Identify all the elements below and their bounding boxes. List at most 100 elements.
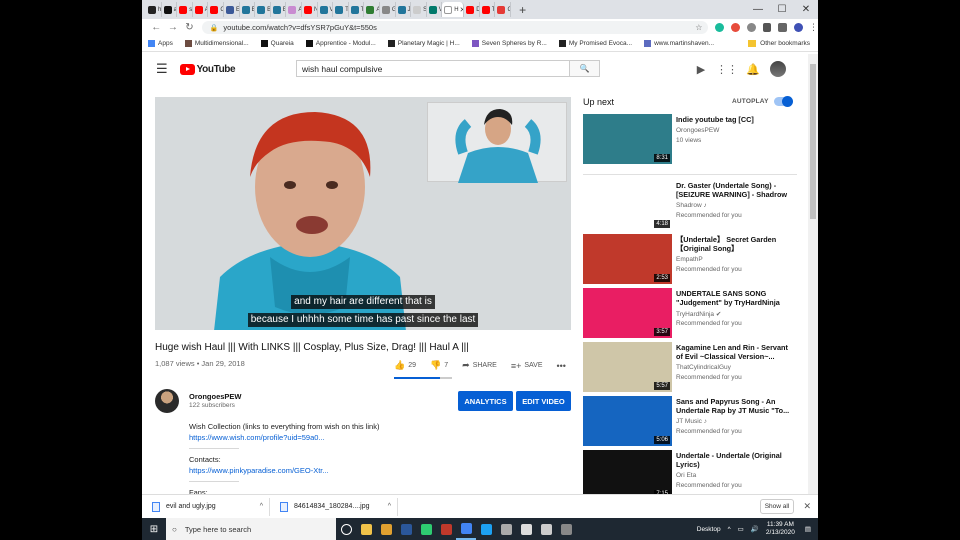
other-bookmarks[interactable]: Other bookmarks bbox=[748, 40, 810, 47]
video-channel[interactable]: Shadrow ♪ bbox=[676, 202, 707, 209]
browser-tab[interactable]: G bbox=[380, 2, 396, 17]
browser-tab[interactable]: B bbox=[255, 2, 271, 17]
account-avatar[interactable] bbox=[770, 61, 786, 77]
tray-chevron-icon[interactable]: ^ bbox=[728, 526, 731, 533]
browser-tab[interactable]: D bbox=[464, 2, 480, 17]
video-title[interactable]: Sans and Papyrus Song - An Undertale Rap… bbox=[676, 397, 794, 415]
taskbar-search[interactable]: ○ Type here to search bbox=[166, 518, 336, 540]
video-thumbnail[interactable]: 8:31 bbox=[583, 114, 672, 164]
video-title[interactable]: Indie youtube tag [CC] bbox=[676, 115, 794, 124]
description-link[interactable]: https://www.pinkyparadise.com/GEO-Xtr... bbox=[189, 466, 329, 475]
taskbar-app-icon[interactable] bbox=[516, 518, 536, 540]
more-menu-icon[interactable]: ⋮ bbox=[809, 22, 818, 33]
task-view-icon[interactable] bbox=[336, 518, 356, 540]
browser-tab[interactable]: H✕ bbox=[442, 2, 465, 17]
notifications-bell-icon[interactable]: 🔔 bbox=[740, 63, 766, 76]
url-field[interactable]: 🔒 youtube.com/watch?v=dfsYSR7pGuY&t=550s… bbox=[201, 21, 709, 34]
new-tab-button[interactable]: + bbox=[519, 3, 526, 17]
browser-tab[interactable]: B bbox=[240, 2, 256, 17]
video-channel[interactable]: OrongoesPEW bbox=[676, 127, 719, 134]
taskbar-app-icon[interactable] bbox=[396, 518, 416, 540]
video-thumbnail[interactable]: 5:06 bbox=[583, 396, 672, 446]
taskbar-app-icon[interactable] bbox=[536, 518, 556, 540]
channel-name[interactable]: OrongoesPEW bbox=[189, 392, 242, 401]
browser-tab[interactable]: T bbox=[349, 2, 365, 17]
up-next-video[interactable]: 4:18 Dr. Gaster (Undertale Song) - [SEIZU… bbox=[583, 180, 797, 230]
search-input[interactable] bbox=[297, 61, 569, 76]
browser-tab[interactable]: A bbox=[364, 2, 380, 17]
chevron-up-icon[interactable]: ^ bbox=[260, 503, 263, 510]
chevron-up-icon[interactable]: ^ bbox=[388, 503, 391, 510]
extension-icon[interactable] bbox=[778, 23, 788, 32]
browser-tab[interactable]: N bbox=[302, 2, 318, 17]
browser-tab[interactable]: A bbox=[286, 2, 302, 17]
notifications-icon[interactable]: ▤ bbox=[805, 525, 811, 533]
browser-tab[interactable]: A bbox=[193, 2, 209, 17]
taskbar-app-icon[interactable] bbox=[456, 518, 476, 540]
browser-tab[interactable]: C bbox=[208, 2, 224, 17]
download-item[interactable]: 84614834_180284....jpg ^ bbox=[280, 497, 398, 516]
video-title[interactable]: Dr. Gaster (Undertale Song) - [SEIZURE W… bbox=[676, 181, 794, 199]
profile-icon[interactable] bbox=[794, 23, 803, 32]
forward-icon[interactable]: → bbox=[165, 22, 182, 33]
taskbar-app-icon[interactable] bbox=[496, 518, 516, 540]
page-scrollbar[interactable] bbox=[808, 54, 818, 494]
browser-tab[interactable]: E bbox=[224, 2, 240, 17]
video-channel[interactable]: JT Music ♪ bbox=[676, 418, 707, 425]
analytics-button[interactable]: ANALYTICS bbox=[458, 391, 513, 411]
bookmark-item[interactable]: Seven Spheres by R... bbox=[471, 40, 547, 47]
close-window-icon[interactable]: ✕ bbox=[794, 4, 818, 15]
taskbar-app-icon[interactable] bbox=[356, 518, 376, 540]
video-thumbnail[interactable]: 2:53 bbox=[583, 234, 672, 284]
browser-tab[interactable]: V bbox=[427, 2, 443, 17]
video-thumbnail[interactable]: 4:18 bbox=[583, 180, 672, 230]
up-next-video[interactable]: 5:57 Kagamine Len and Rin - Servant of Ev… bbox=[583, 342, 797, 392]
video-thumbnail[interactable]: 3:57 bbox=[583, 288, 672, 338]
up-next-video[interactable]: 8:31 Indie youtube tag [CC] OrongoesPEW 10 … bbox=[583, 114, 797, 164]
cast-icon[interactable] bbox=[762, 23, 772, 32]
desktop-toolbar[interactable]: Desktop bbox=[697, 526, 721, 533]
hamburger-menu-icon[interactable]: ☰ bbox=[156, 61, 168, 77]
like-button[interactable]: 👍 29 bbox=[394, 360, 416, 371]
browser-tab[interactable]: V bbox=[318, 2, 334, 17]
show-all-downloads-button[interactable]: Show all bbox=[760, 499, 794, 514]
bookmark-item[interactable]: Apprentice - Modul... bbox=[305, 40, 376, 47]
up-next-video[interactable]: 2:53 【Undertale】 Secret Garden 【Original … bbox=[583, 234, 797, 284]
bookmark-item[interactable]: www.martinshaven... bbox=[644, 40, 714, 47]
apps-grid-icon[interactable]: ⋮⋮ bbox=[714, 63, 740, 76]
extension-icon[interactable] bbox=[746, 23, 756, 32]
windows-start-icon[interactable]: ⊞ bbox=[142, 524, 166, 535]
browser-tab[interactable]: E bbox=[271, 2, 287, 17]
browser-tab[interactable]: a bbox=[162, 2, 178, 17]
browser-tab[interactable]: C bbox=[495, 2, 512, 17]
bookmark-item[interactable]: Multidimensional... bbox=[184, 40, 249, 47]
taskbar-app-icon[interactable] bbox=[416, 518, 436, 540]
video-title[interactable]: Undertale - Undertale (Original Lyrics) bbox=[676, 451, 794, 469]
bookmark-item[interactable]: Planetary Magic | H... bbox=[387, 40, 460, 47]
browser-tab[interactable]: T bbox=[333, 2, 349, 17]
video-channel[interactable]: TryHardNinja ✔ bbox=[676, 310, 721, 318]
close-icon[interactable]: ✕ bbox=[803, 501, 811, 512]
save-button[interactable]: ≡+ SAVE bbox=[511, 361, 543, 371]
create-video-icon[interactable]: ▶︎ bbox=[688, 63, 714, 76]
volume-icon[interactable]: 🔊 bbox=[751, 525, 759, 533]
autoplay-toggle[interactable] bbox=[774, 96, 793, 107]
video-channel[interactable]: EmpathP bbox=[676, 256, 703, 263]
browser-tab[interactable]: s bbox=[177, 2, 193, 17]
video-channel[interactable]: ThatCylindricalGuy bbox=[676, 364, 731, 371]
video-title[interactable]: 【Undertale】 Secret Garden 【Original Song… bbox=[676, 235, 794, 253]
taskbar-app-icon[interactable] bbox=[376, 518, 396, 540]
browser-tab[interactable]: T bbox=[480, 2, 496, 17]
scrollbar-thumb[interactable] bbox=[810, 64, 816, 219]
extension-icon[interactable] bbox=[731, 23, 740, 32]
description-link[interactable]: https://www.wish.com/profile?uid=59a0... bbox=[189, 433, 325, 442]
back-icon[interactable]: ← bbox=[148, 22, 165, 33]
bookmark-item[interactable]: Quareia bbox=[260, 40, 294, 47]
up-next-video[interactable]: 5:06 Sans and Papyrus Song - An Undertale… bbox=[583, 396, 797, 446]
taskbar-app-icon[interactable] bbox=[556, 518, 576, 540]
video-thumbnail[interactable]: 5:57 bbox=[583, 342, 672, 392]
video-channel[interactable]: Ori Eta bbox=[676, 472, 696, 479]
edit-video-button[interactable]: EDIT VIDEO bbox=[516, 391, 571, 411]
star-icon[interactable]: ☆ bbox=[695, 23, 702, 32]
video-player[interactable]: and my hair are different that is becaus… bbox=[155, 97, 571, 330]
